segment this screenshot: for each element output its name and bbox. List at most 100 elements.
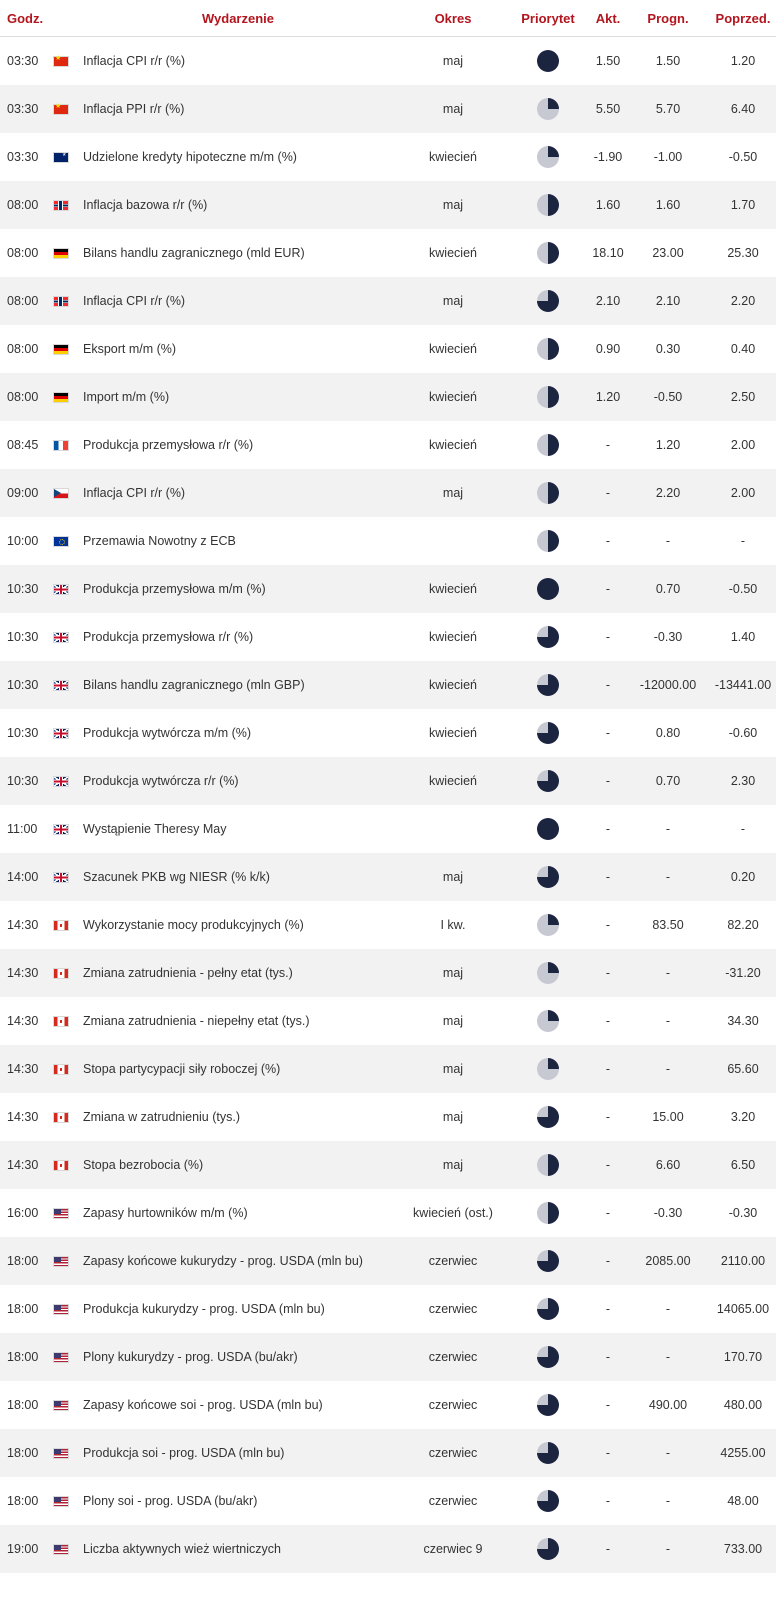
flag-ca-icon — [53, 920, 69, 932]
table-row[interactable]: 18:00 Zapasy końcowe soi - prog. USDA (ml… — [0, 1381, 776, 1429]
previous-value: - — [740, 534, 746, 548]
previous-value: 1.40 — [730, 630, 756, 644]
table-row[interactable]: 18:00 Produkcja kukurydzy - prog. USDA (m… — [0, 1285, 776, 1333]
flag-ca-icon — [53, 1112, 69, 1124]
table-row[interactable]: 10:30 Produkcja przemysłowa m/m (%) kwieci… — [0, 565, 776, 613]
flag-us-icon — [53, 1352, 69, 1364]
table-row[interactable]: 18:00 Produkcja soi - prog. USDA (mln bu)… — [0, 1429, 776, 1477]
event-name[interactable]: Produkcja wytwórcza m/m (%) — [83, 709, 393, 757]
table-row[interactable]: 14:00 Szacunek PKB wg NIESR (% k/k) maj - -0… — [0, 853, 776, 901]
table-row[interactable]: 08:00 Inflacja CPI r/r (%) maj 2.10 2.10 2.20 — [0, 277, 776, 325]
table-row[interactable]: 14:30 Zmiana zatrudnienia - niepełny etat… — [0, 997, 776, 1045]
event-name[interactable]: Inflacja CPI r/r (%) — [83, 37, 393, 86]
country-flag-cell — [53, 1189, 83, 1237]
event-name[interactable]: Zapasy hurtowników m/m (%) — [83, 1189, 393, 1237]
event-name[interactable]: Zapasy końcowe soi - prog. USDA (mln bu) — [83, 1381, 393, 1429]
priority-cell — [513, 1333, 583, 1381]
table-row[interactable]: 14:30 Zmiana w zatrudnieniu (tys.) maj - 15.… — [0, 1093, 776, 1141]
table-row[interactable]: 08:45 Produkcja przemysłowa r/r (%) kwieci… — [0, 421, 776, 469]
header-priority[interactable]: Priorytet — [513, 0, 583, 37]
table-row[interactable]: 14:30 Stopa bezrobocia (%) maj -6.60 6.50 — [0, 1141, 776, 1189]
table-row[interactable]: 10:30 Produkcja wytwórcza m/m (%) kwiecień… — [0, 709, 776, 757]
event-name[interactable]: Przemawia Nowotny z ECB — [83, 517, 393, 565]
event-name[interactable]: Plony kukurydzy - prog. USDA (bu/akr) — [83, 1333, 393, 1381]
table-row[interactable]: 19:00 Liczba aktywnych wież wiertniczych c… — [0, 1525, 776, 1573]
event-name[interactable]: Inflacja CPI r/r (%) — [83, 469, 393, 517]
event-name[interactable]: Zmiana zatrudnienia - pełny etat (tys.) — [83, 949, 393, 997]
table-row[interactable]: 14:30 Zmiana zatrudnienia - pełny etat (t… — [0, 949, 776, 997]
event-name[interactable]: Eksport m/m (%) — [83, 325, 393, 373]
event-name[interactable]: Produkcja wytwórcza r/r (%) — [83, 757, 393, 805]
table-row[interactable]: 08:00 Import m/m (%) kwiecień 1.20 -0.50 2.50 — [0, 373, 776, 421]
event-name[interactable]: Bilans handlu zagranicznego (mln GBP) — [83, 661, 393, 709]
table-row[interactable]: 03:30 Udzielone kredyty hipoteczne m/m (%… — [0, 133, 776, 181]
event-name[interactable]: Wykorzystanie mocy produkcyjnych (%) — [83, 901, 393, 949]
table-row[interactable]: 09:00 Inflacja CPI r/r (%) maj -2.20 2.00 — [0, 469, 776, 517]
event-name[interactable]: Import m/m (%) — [83, 373, 393, 421]
event-name[interactable]: Udzielone kredyty hipoteczne m/m (%) — [83, 133, 393, 181]
table-row[interactable]: 08:00 Inflacja bazowa r/r (%) maj 1.60 1.60 1… — [0, 181, 776, 229]
table-row[interactable]: 18:00 Zapasy końcowe kukurydzy - prog. US… — [0, 1237, 776, 1285]
event-name[interactable]: Produkcja przemysłowa r/r (%) — [83, 421, 393, 469]
table-row[interactable]: 11:00 Wystąpienie Theresy May - - - — [0, 805, 776, 853]
actual-value: - — [583, 1525, 633, 1573]
actual-value: 1.60 — [583, 181, 633, 229]
event-name[interactable]: Produkcja przemysłowa r/r (%) — [83, 613, 393, 661]
table-row[interactable]: 14:30 Stopa partycypacji siły roboczej (%… — [0, 1045, 776, 1093]
header-time[interactable]: Godz. — [0, 0, 53, 37]
header-period[interactable]: Okres — [393, 0, 513, 37]
event-name[interactable]: Produkcja przemysłowa m/m (%) — [83, 565, 393, 613]
event-name[interactable]: Szacunek PKB wg NIESR (% k/k) — [83, 853, 393, 901]
flag-cn-icon — [53, 102, 69, 116]
event-name[interactable]: Stopa partycypacji siły roboczej (%) — [83, 1045, 393, 1093]
table-row[interactable]: 03:30 Inflacja CPI r/r (%) maj 1.50 1.50 1.20 — [0, 37, 776, 86]
country-flag-cell — [53, 325, 83, 373]
table-row[interactable]: 08:00 Bilans handlu zagranicznego (mld EU… — [0, 229, 776, 277]
event-period: kwiecień — [429, 438, 477, 452]
event-period: maj — [442, 1014, 464, 1028]
header-event[interactable]: Wydarzenie — [83, 0, 393, 37]
table-row[interactable]: 10:30 Bilans handlu zagranicznego (mln GB… — [0, 661, 776, 709]
table-row[interactable]: 08:00 Eksport m/m (%) kwiecień 0.90 0.30 0.40 — [0, 325, 776, 373]
actual-value: - — [583, 853, 633, 901]
event-name[interactable]: Produkcja kukurydzy - prog. USDA (mln bu… — [83, 1285, 393, 1333]
priority-cell — [513, 517, 583, 565]
actual-value: - — [605, 534, 611, 548]
priority-cell — [513, 1429, 583, 1477]
event-name[interactable]: Zmiana zatrudnienia - niepełny etat (tys… — [83, 997, 393, 1045]
event-name[interactable]: Liczba aktywnych wież wiertniczych — [83, 1525, 393, 1573]
table-row[interactable]: 10:00 Przemawia Nowotny z ECB - - - — [0, 517, 776, 565]
event-name[interactable]: Wystąpienie Theresy May — [83, 805, 393, 853]
event-name[interactable]: Produkcja soi - prog. USDA (mln bu) — [83, 1429, 393, 1477]
event-name[interactable]: Zmiana w zatrudnieniu (tys.) — [83, 1093, 393, 1141]
event-name[interactable]: Stopa bezrobocia (%) — [83, 1141, 393, 1189]
header-actual[interactable]: Akt. — [583, 0, 633, 37]
table-row[interactable]: 16:00 Zapasy hurtowników m/m (%) kwiecień … — [0, 1189, 776, 1237]
table-row[interactable]: 18:00 Plony soi - prog. USDA (bu/akr) czer… — [0, 1477, 776, 1525]
country-flag-cell — [53, 181, 83, 229]
event-period: czerwiec — [393, 1237, 513, 1285]
event-name[interactable]: Zapasy końcowe kukurydzy - prog. USDA (m… — [83, 1237, 393, 1285]
event-name[interactable]: Inflacja CPI r/r (%) — [83, 277, 393, 325]
table-row[interactable]: 03:30 Inflacja PPI r/r (%)maj 5.505.706.40 — [0, 85, 776, 133]
event-name[interactable]: Inflacja bazowa r/r (%) — [83, 181, 393, 229]
event-time: 10:30 — [0, 757, 53, 805]
event-period — [393, 517, 513, 565]
actual-value: - — [583, 565, 633, 613]
table-row[interactable]: 14:30 Wykorzystanie mocy produkcyjnych (%… — [0, 901, 776, 949]
event-name[interactable]: Inflacja PPI r/r (%) — [83, 85, 393, 133]
event-name[interactable]: Plony soi - prog. USDA (bu/akr) — [83, 1477, 393, 1525]
priority-pie-icon — [537, 914, 559, 936]
event-time: 14:30 — [0, 1045, 53, 1093]
priority-pie-icon — [537, 1490, 559, 1512]
header-previous[interactable]: Poprzed. — [703, 0, 776, 37]
table-row[interactable]: 10:30 Produkcja wytwórcza r/r (%) kwiecień… — [0, 757, 776, 805]
header-forecast[interactable]: Progn. — [633, 0, 703, 37]
country-flag-cell — [53, 613, 83, 661]
flag-gb-icon — [53, 584, 69, 596]
event-time: 14:30 — [0, 1141, 53, 1189]
event-period: kwiecień — [393, 757, 513, 805]
table-row[interactable]: 10:30 Produkcja przemysłowa r/r (%) kwieci… — [0, 613, 776, 661]
table-row[interactable]: 18:00 Plony kukurydzy - prog. USDA (bu/ak… — [0, 1333, 776, 1381]
event-name[interactable]: Bilans handlu zagranicznego (mld EUR) — [83, 229, 393, 277]
